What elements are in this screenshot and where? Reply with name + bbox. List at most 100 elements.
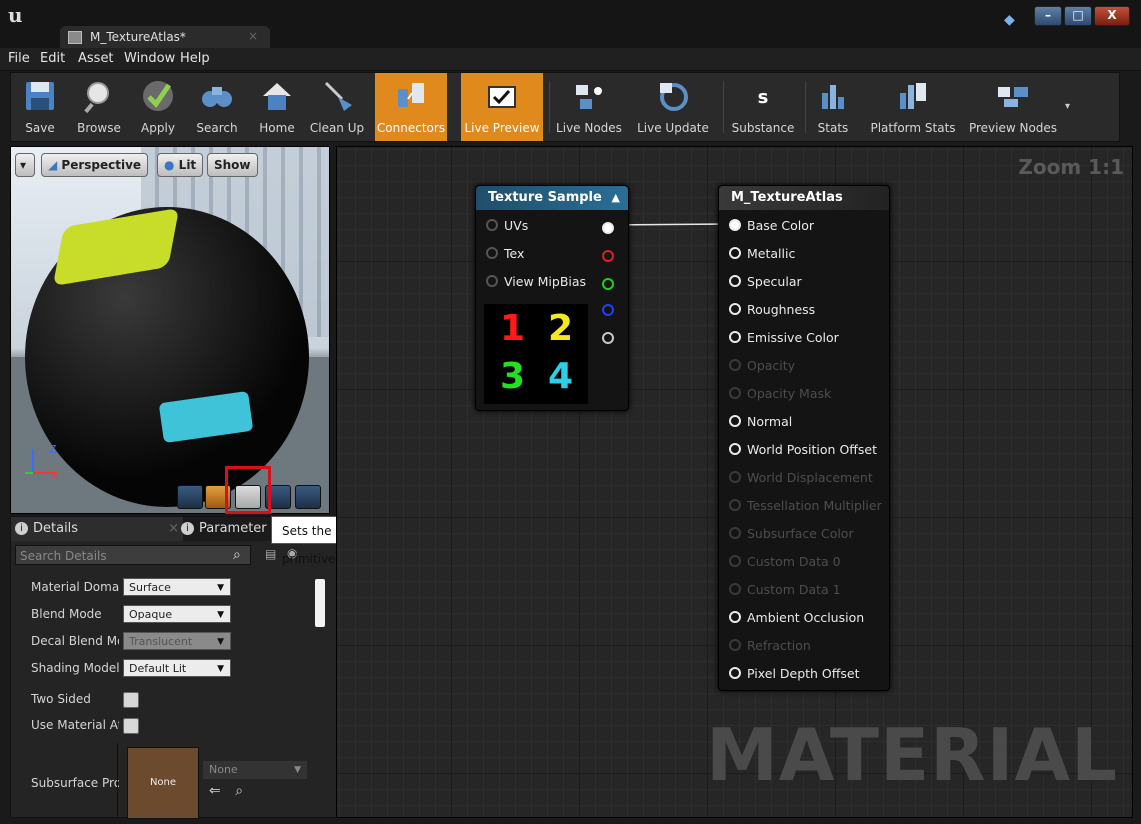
material-input-pin: Opacity xyxy=(729,356,795,376)
preview-viewport[interactable]: ▾ ◢ Perspective ● Lit Show Z X xyxy=(10,146,330,514)
input-pin-tex[interactable]: Tex xyxy=(486,244,524,264)
close-tab-icon[interactable]: × xyxy=(248,29,258,43)
material-input-pin[interactable]: Specular xyxy=(729,272,802,292)
view-options-icon[interactable]: ▤ xyxy=(265,547,276,561)
material-input-pin[interactable]: Base Color xyxy=(729,216,814,236)
atlas-number-3: 3 xyxy=(500,356,526,397)
tab-details[interactable]: i Details × xyxy=(11,517,183,541)
viewport-options-chevron-icon[interactable]: ▾ xyxy=(15,153,35,177)
preview-mesh-custom-button[interactable] xyxy=(295,485,321,509)
preview-nodes-button[interactable]: Preview Nodes xyxy=(965,73,1061,141)
atlas-number-2: 2 xyxy=(548,308,574,349)
search-button[interactable]: Search xyxy=(189,73,245,141)
show-button[interactable]: Show xyxy=(207,153,258,177)
maximize-button[interactable]: □ xyxy=(1064,6,1092,26)
document-tab-label: M_TextureAtlas* xyxy=(90,30,186,44)
graduation-cap-icon[interactable]: ◆ xyxy=(1004,12,1018,28)
subsurface-profile-thumbnail[interactable]: None xyxy=(127,747,199,819)
use-selected-arrow-icon[interactable]: ⇐ xyxy=(209,783,221,799)
material-input-pin[interactable]: Emissive Color xyxy=(729,328,839,348)
details-scrollbar[interactable] xyxy=(315,579,325,627)
output-pin-g[interactable] xyxy=(602,278,614,290)
pin-icon xyxy=(729,275,741,287)
toolbar-separator xyxy=(723,81,724,133)
material-domain-dropdown[interactable]: Surface ▼ xyxy=(123,578,231,596)
connectors-label: Connectors xyxy=(376,121,446,135)
pin-icon xyxy=(729,583,741,595)
input-pin-view-mipbias[interactable]: View MipBias xyxy=(486,272,586,292)
material-asset-icon xyxy=(68,31,82,44)
connectors-button[interactable]: Connectors xyxy=(375,73,447,141)
material-input-label: Normal xyxy=(747,414,793,429)
search-icon[interactable]: ⌕ xyxy=(233,547,241,563)
input-pin-uvs[interactable]: UVs xyxy=(486,216,528,236)
save-button[interactable]: Save xyxy=(15,73,65,141)
info-icon: i xyxy=(15,522,28,535)
clean-up-label: Clean Up xyxy=(309,121,365,135)
material-graph-canvas[interactable]: Zoom 1:1 MATERIAL Texture Sample ▲ UVs T… xyxy=(336,146,1133,818)
live-update-button[interactable]: Live Update xyxy=(633,73,713,141)
document-tab[interactable]: M_TextureAtlas* × xyxy=(60,26,270,48)
pin-icon xyxy=(729,219,741,231)
toolbar-overflow-chevron-icon[interactable]: ▾ xyxy=(1065,101,1070,112)
property-divider xyxy=(117,743,118,817)
home-icon xyxy=(263,83,291,110)
two-sided-checkbox[interactable] xyxy=(123,692,139,708)
pin-icon xyxy=(729,247,741,259)
lit-button[interactable]: ● Lit xyxy=(157,153,204,177)
toolbar: Save Browse Apply Search Home Clean Up C… xyxy=(10,72,1120,142)
platform-stats-button[interactable]: Platform Stats xyxy=(867,73,959,141)
menu-window[interactable]: Window xyxy=(124,51,175,66)
material-input-pin[interactable]: Pixel Depth Offset xyxy=(729,664,860,684)
property-shading-model: Shading Model Default Lit ▼ xyxy=(11,656,311,682)
binoculars-icon xyxy=(202,87,232,107)
output-pin-b[interactable] xyxy=(602,304,614,316)
blend-mode-dropdown[interactable]: Opaque ▼ xyxy=(123,605,231,623)
pin-icon xyxy=(729,611,741,623)
close-window-button[interactable]: X xyxy=(1094,6,1130,26)
preview-mesh-cylinder-button[interactable] xyxy=(177,485,203,509)
collapse-arrow-icon[interactable]: ▲ xyxy=(612,186,620,210)
subsurface-profile-dropdown[interactable]: None ▼ xyxy=(203,761,307,779)
shading-model-dropdown[interactable]: Default Lit ▼ xyxy=(123,659,231,677)
menu-help[interactable]: Help xyxy=(180,51,210,66)
home-button[interactable]: Home xyxy=(255,73,299,141)
tab-details-label: Details xyxy=(33,521,79,536)
texture-sample-header[interactable]: Texture Sample ▲ xyxy=(476,186,628,210)
info-icon: i xyxy=(181,522,194,535)
material-input-label: Ambient Occlusion xyxy=(747,610,865,625)
search-details-input[interactable]: Search Details xyxy=(15,545,251,565)
live-preview-button[interactable]: Live Preview xyxy=(461,73,543,141)
apply-button[interactable]: Apply xyxy=(135,73,181,141)
material-result-node[interactable]: M_TextureAtlas Base Color Metallic Specula… xyxy=(718,185,890,691)
stats-button[interactable]: Stats xyxy=(811,73,855,141)
clean-up-button[interactable]: Clean Up xyxy=(307,73,367,141)
output-pin-a[interactable] xyxy=(602,332,614,344)
material-input-pin[interactable]: Normal xyxy=(729,412,792,432)
material-input-pin[interactable]: Ambient Occlusion xyxy=(729,608,864,628)
output-pin-rgb[interactable] xyxy=(602,222,614,234)
material-result-header[interactable]: M_TextureAtlas xyxy=(719,186,889,210)
material-input-label: Custom Data 0 xyxy=(747,554,841,569)
minimize-button[interactable]: – xyxy=(1034,6,1062,26)
apply-label: Apply xyxy=(141,121,175,135)
menu-asset[interactable]: Asset xyxy=(78,51,114,66)
menu-file[interactable]: File xyxy=(8,51,30,66)
property-label: Shading Model xyxy=(31,661,119,675)
pin-icon xyxy=(729,527,741,539)
browse-search-icon[interactable]: ⌕ xyxy=(235,783,243,799)
live-nodes-button[interactable]: Live Nodes xyxy=(553,73,625,141)
texture-sample-node[interactable]: Texture Sample ▲ UVs Tex View MipBias 1 … xyxy=(475,185,629,411)
dropdown-arrow-icon: ▼ xyxy=(217,610,224,620)
material-input-pin[interactable]: Metallic xyxy=(729,244,795,264)
property-blend-mode: Blend Mode Opaque ▼ xyxy=(11,602,311,628)
substance-button[interactable]: s Substance xyxy=(727,73,799,141)
perspective-button[interactable]: ◢ Perspective xyxy=(41,153,149,177)
use-material-attributes-checkbox[interactable] xyxy=(123,718,139,734)
browse-button[interactable]: Browse xyxy=(69,73,129,141)
output-pin-r[interactable] xyxy=(602,250,614,262)
title-bar: u M_TextureAtlas* × ◆ – □ X xyxy=(0,0,1141,48)
menu-edit[interactable]: Edit xyxy=(40,51,65,66)
material-input-pin[interactable]: Roughness xyxy=(729,300,815,320)
material-input-pin[interactable]: World Position Offset xyxy=(729,440,877,460)
